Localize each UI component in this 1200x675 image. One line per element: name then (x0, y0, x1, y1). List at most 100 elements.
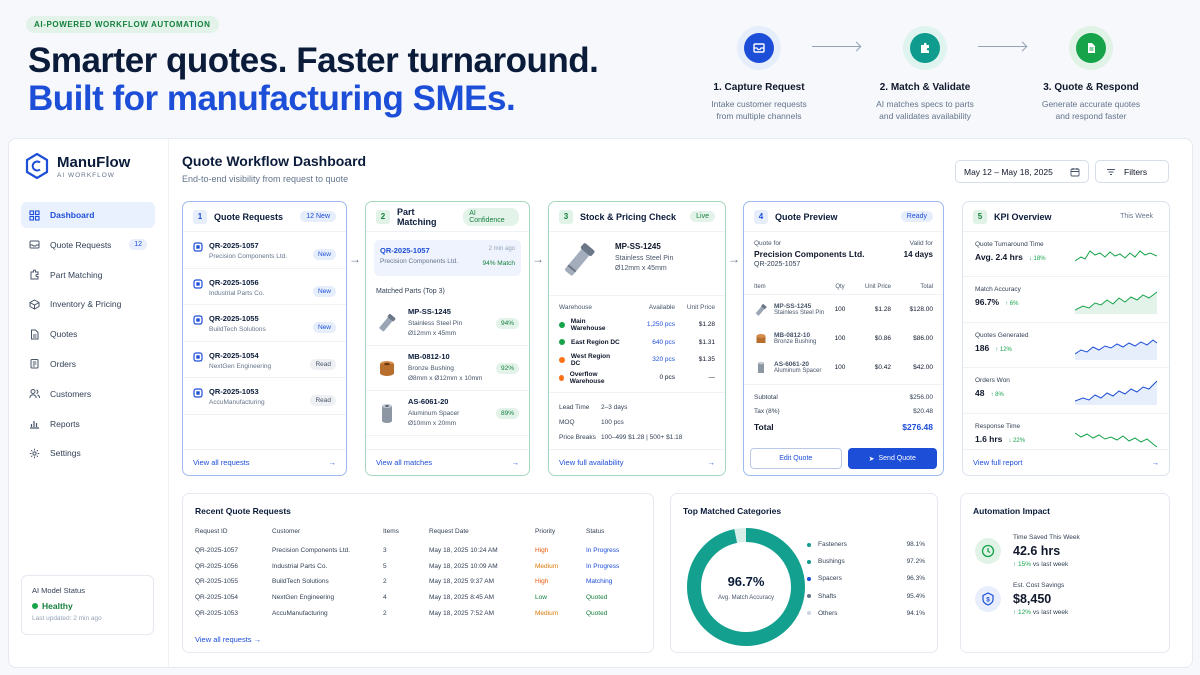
sidebar-item-orders[interactable]: Orders (21, 351, 155, 377)
card-title: Stock & Pricing Check (580, 211, 677, 222)
filters-button[interactable]: Filters (1095, 160, 1169, 183)
panel-title: Top Matched Categories (683, 506, 782, 516)
pin-part-icon (755, 303, 767, 316)
step-desc: Intake customer requests from multiple ch… (711, 99, 807, 121)
inbox-icon (744, 33, 774, 63)
sidebar-item-inventory[interactable]: Inventory & Pricing (21, 291, 155, 317)
orders-icon (30, 359, 39, 369)
status-badge: New (312, 249, 336, 260)
live-badge: Live (690, 211, 715, 222)
sidebar-item-label: Quote Requests (50, 239, 112, 250)
sidebar-item-settings[interactable]: Settings (21, 440, 155, 466)
list-item[interactable]: QR-2025-1053 AccuManufacturing Read (183, 378, 346, 415)
list-item[interactable]: MB-0812-10 Bronze Bushing Ø8mm x Ø12mm x 1… (366, 346, 529, 391)
card-header: 4 Quote Preview Ready (744, 202, 943, 232)
card-header: 5 KPI Overview This Week (963, 202, 1169, 232)
table-row[interactable]: QR-2025-1054 NextGen Engineering 4 May 18, … (195, 590, 645, 606)
step-number: 5 (973, 209, 987, 224)
sidebar-item-label: Settings (50, 448, 81, 459)
list-item[interactable]: QR-2025-1054 NextGen Engineering Read (183, 342, 346, 378)
pin-part-icon (379, 313, 396, 332)
users-icon (29, 389, 40, 399)
sidebar-item-label: Inventory & Pricing (50, 299, 122, 310)
arrow-right-icon: → (328, 458, 337, 467)
step-quote: 3. Quote & Respond Generate accurate quo… (1016, 26, 1166, 122)
coin-icon: $ (975, 586, 1001, 612)
card-header: 3 Stock & Pricing Check Live (549, 202, 725, 232)
edit-quote-button[interactable]: Edit Quote (750, 448, 842, 469)
list-item[interactable]: QR-2025-1055 BuildTech Solutions New (183, 305, 346, 342)
top-categories-panel: Top Matched Categories 96.7% Avg. Match … (670, 493, 938, 653)
box-icon (29, 299, 40, 310)
panel-title: Recent Quote Requests (195, 506, 291, 516)
send-quote-button[interactable]: ➤ Send Quote (847, 448, 937, 469)
step-desc: Generate accurate quotes and respond fast… (1041, 99, 1141, 121)
sidebar-item-quotes[interactable]: Quotes (21, 321, 155, 347)
view-full-availability-link[interactable]: View full availability → (549, 449, 725, 475)
sidebar-item-customers[interactable]: Customers (21, 381, 155, 407)
sidebar-item-quote-requests[interactable]: Quote Requests 12 (21, 232, 155, 258)
part-matching-card: 2 Part Matching AI Confidence QR-2025-10… (365, 201, 530, 476)
step-capture: 1. Capture Request Intake customer reque… (684, 26, 834, 122)
selected-request[interactable]: QR-2025-1057 Precision Components Ltd. 2… (374, 240, 521, 276)
status-dot-icon (559, 374, 564, 381)
table-row[interactable]: QR-2025-1055 BuildTech Solutions 2 May 18, … (195, 574, 645, 590)
stock-details: Lead Time 2–3 days MOQ 100 pcs Price Break… (549, 392, 725, 445)
section-label: Matched Parts (Top 3) (376, 288, 445, 295)
sidebar-item-part-matching[interactable]: Part Matching (21, 262, 155, 288)
pin-part-icon (565, 243, 595, 276)
ai-confidence-badge: AI Confidence (463, 207, 519, 226)
table-header: Request ID Customer Items Request Date Prior… (195, 528, 605, 535)
match-score: 94% Match (482, 260, 515, 267)
sidebar-item-label: Customers (50, 388, 92, 399)
kpi-item: Orders Won 48 ↑ 8% (963, 368, 1169, 414)
kpi-item: Match Accuracy 96.7% ↑ 6% (963, 277, 1169, 323)
status-dot-icon (559, 339, 565, 346)
sidebar-item-dashboard[interactable]: Dashboard (21, 202, 155, 228)
list-item[interactable]: AS-6061-20 Aluminum Spacer Ø10mm x 20mm 89… (366, 391, 529, 436)
status-badge: Read (310, 358, 336, 370)
sidebar-nav: Dashboard Quote Requests 12 Part Matchin… (21, 202, 155, 470)
list-item[interactable]: QR-2025-1056 Industrial Parts Co. New (183, 269, 346, 305)
step-icon-bg (903, 26, 947, 70)
logo[interactable]: ManuFlow AI WORKFLOW (25, 153, 130, 179)
recent-requests-panel: Recent Quote Requests Request ID Customer… (182, 493, 654, 653)
new-count-badge: 12 New (300, 211, 336, 222)
hero-title: Smarter quotes. Faster turnaround. (28, 41, 599, 80)
card-title: Part Matching (396, 206, 437, 227)
impact-item: $ Est. Cost Savings $8,450 ↑ 12% vs last w… (961, 582, 1169, 616)
view-all-requests-link[interactable]: View all requests → (183, 449, 346, 475)
step-icon-bg (737, 26, 781, 70)
table-row: East Region DC 640 pcs $1.31 (549, 334, 725, 352)
donut-center-value: 96.7% (728, 574, 765, 589)
hero-badge: AI-POWERED WORKFLOW AUTOMATION (26, 16, 219, 33)
list-item[interactable]: QR-2025-1057 Precision Components Ltd. New (183, 232, 346, 269)
table-row[interactable]: QR-2025-1057 Precision Components Ltd. 3 Ma… (195, 543, 645, 559)
legend-item: Others 94.1% (807, 605, 925, 622)
date-range-picker[interactable]: May 12 – May 18, 2025 (955, 160, 1089, 183)
view-all-requests-link[interactable]: View all requests → (195, 635, 653, 644)
sparkline (1075, 380, 1157, 406)
panel-title: Automation Impact (973, 506, 1050, 516)
quote-requests-card: 1 Quote Requests 12 New QR-2025-1057 Prec… (182, 201, 347, 476)
list-item[interactable]: MP-SS-1245 Stainless Steel Pin Ø12mm x 45m… (366, 301, 529, 346)
step-number: 1 (193, 209, 207, 224)
ready-badge: Ready (900, 211, 933, 222)
status-dot-icon (559, 356, 565, 363)
sidebar-item-reports[interactable]: Reports (21, 411, 155, 437)
quote-table-header: Item Qty Unit Price Total (744, 274, 943, 295)
view-all-matches-link[interactable]: View all matches → (366, 449, 529, 475)
ai-status-title: AI Model Status (32, 586, 85, 595)
status-badge: Read (310, 395, 336, 406)
card-title: Quote Requests (214, 211, 284, 222)
recent-requests-table: Request ID Customer Items Request Date Prior… (195, 528, 645, 621)
date-range-value: May 12 – May 18, 2025 (964, 166, 1053, 177)
step-title: 3. Quote & Respond (1043, 82, 1139, 93)
view-full-report-link[interactable]: View full report → (963, 449, 1169, 475)
table-row[interactable]: QR-2025-1053 AccuManufacturing 2 May 18, 20… (195, 605, 645, 621)
table-row[interactable]: QR-2025-1056 Industrial Parts Co. 5 May 18,… (195, 559, 645, 575)
card-header: 1 Quote Requests 12 New (183, 202, 346, 232)
ai-model-status: AI Model Status Healthy Last updated: 2 … (21, 575, 154, 635)
flow-arrow-icon: → (728, 252, 740, 266)
request-icon (193, 351, 203, 362)
